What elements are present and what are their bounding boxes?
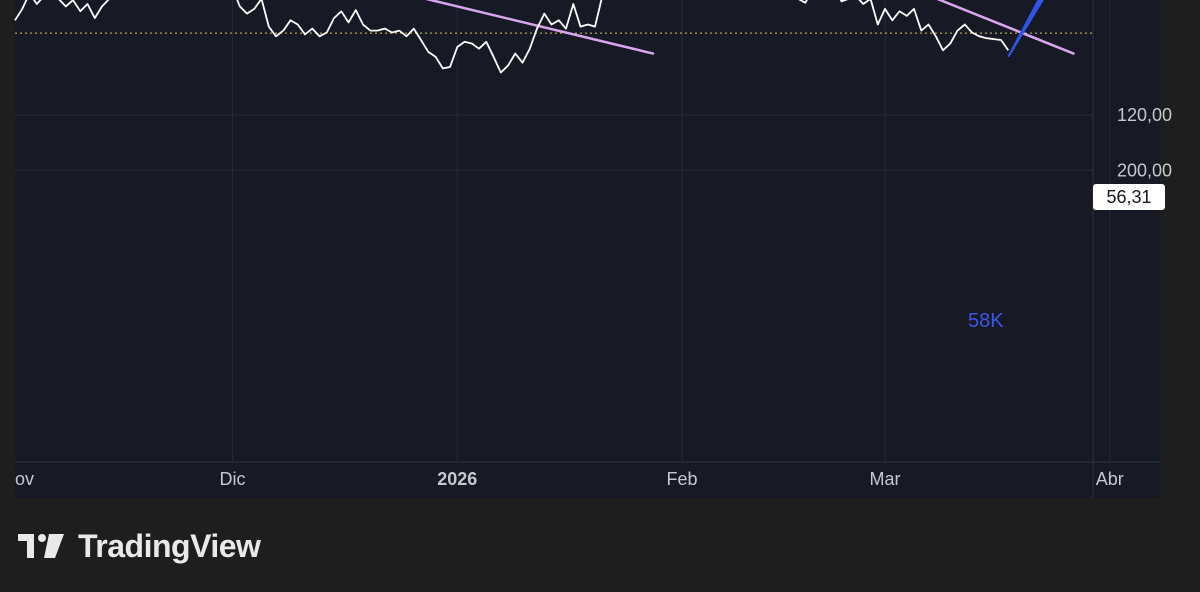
y-tick-label: 120,00 <box>1117 105 1172 125</box>
x-tick-label: ov <box>15 469 34 489</box>
x-tick-label: Feb <box>666 469 697 489</box>
x-tick-label: 2026 <box>437 469 477 489</box>
brand-name: TradingView <box>78 527 261 564</box>
x-tick-label: Dic <box>220 469 246 489</box>
x-tick-label: Mar <box>870 469 901 489</box>
chart-canvas[interactable]: 200,00120,0030,0017,509,506,00 ovDic2026… <box>0 0 1200 500</box>
chart[interactable]: 200,00120,0030,0017,509,506,00 ovDic2026… <box>0 0 1200 500</box>
y-tick-label: 200,00 <box>1117 160 1172 180</box>
target-annotation: 58K <box>968 310 1004 332</box>
last-price-tag: 56,31 <box>1093 184 1165 210</box>
tradingview-logo-icon <box>18 534 64 558</box>
brand[interactable]: TradingView <box>18 527 261 564</box>
x-tick-label: Abr <box>1096 469 1124 489</box>
plot-area <box>15 0 1160 498</box>
